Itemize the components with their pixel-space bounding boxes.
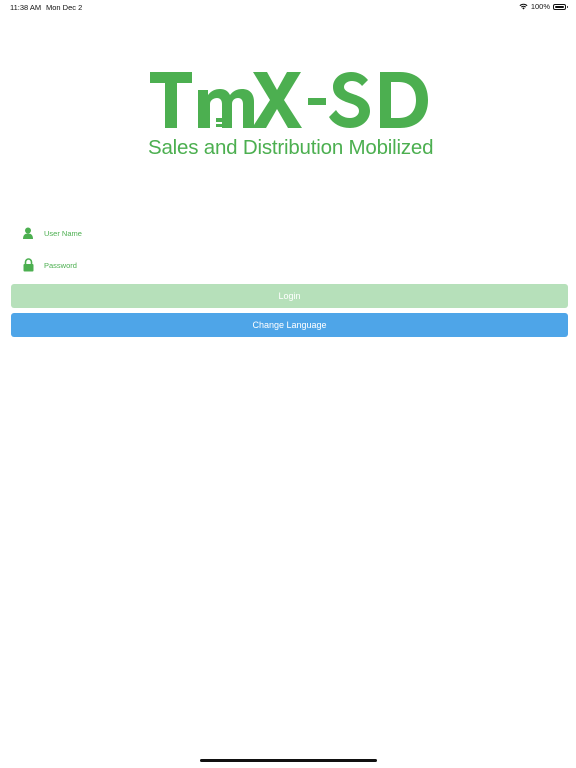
password-input[interactable] [44, 260, 524, 270]
logo-wordmark [150, 72, 428, 128]
logo-tagline: Sales and Distribution Mobilized [148, 136, 434, 159]
user-icon [20, 225, 36, 241]
wifi-icon [519, 3, 528, 10]
battery-percent: 100% [530, 2, 550, 11]
home-indicator [200, 759, 377, 762]
password-field[interactable] [20, 254, 560, 276]
status-indicators: 100% [519, 2, 568, 11]
app-logo: Sales and Distribution Mobilized [148, 66, 434, 166]
status-date: Mon Dec 2 [46, 3, 83, 12]
login-screen: 11:38 AM Mon Dec 2 100% Sales and Distri… [0, 0, 576, 768]
lock-icon [20, 257, 36, 273]
change-language-button[interactable]: Change Language [11, 313, 568, 337]
status-bar: 11:38 AM Mon Dec 2 100% [0, 0, 576, 14]
username-field[interactable] [20, 222, 560, 244]
username-input[interactable] [44, 228, 524, 238]
battery-icon [553, 3, 568, 10]
status-time: 11:38 AM [10, 3, 42, 12]
login-button[interactable]: Login [11, 284, 568, 308]
